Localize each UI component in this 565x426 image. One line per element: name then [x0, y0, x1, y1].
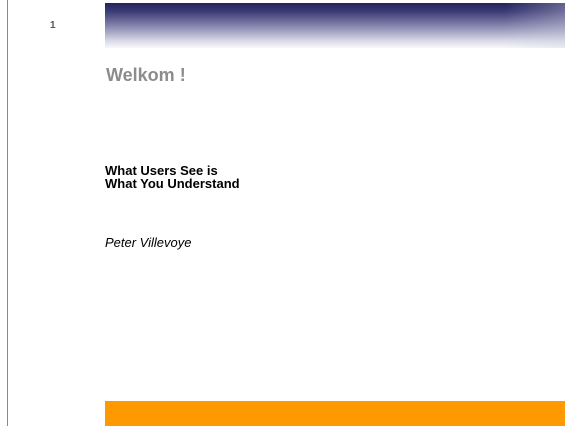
slide-number: 1 — [50, 20, 56, 31]
header-gradient-band — [105, 3, 565, 48]
presentation-title: What Users See is What You Understand — [105, 164, 240, 190]
left-margin-rule — [7, 0, 8, 426]
author-name: Peter Villevoye — [105, 235, 192, 250]
welcome-heading: Welkom ! — [106, 65, 186, 85]
footer-orange-band — [105, 401, 565, 426]
title-line-2: What You Understand — [105, 176, 240, 191]
